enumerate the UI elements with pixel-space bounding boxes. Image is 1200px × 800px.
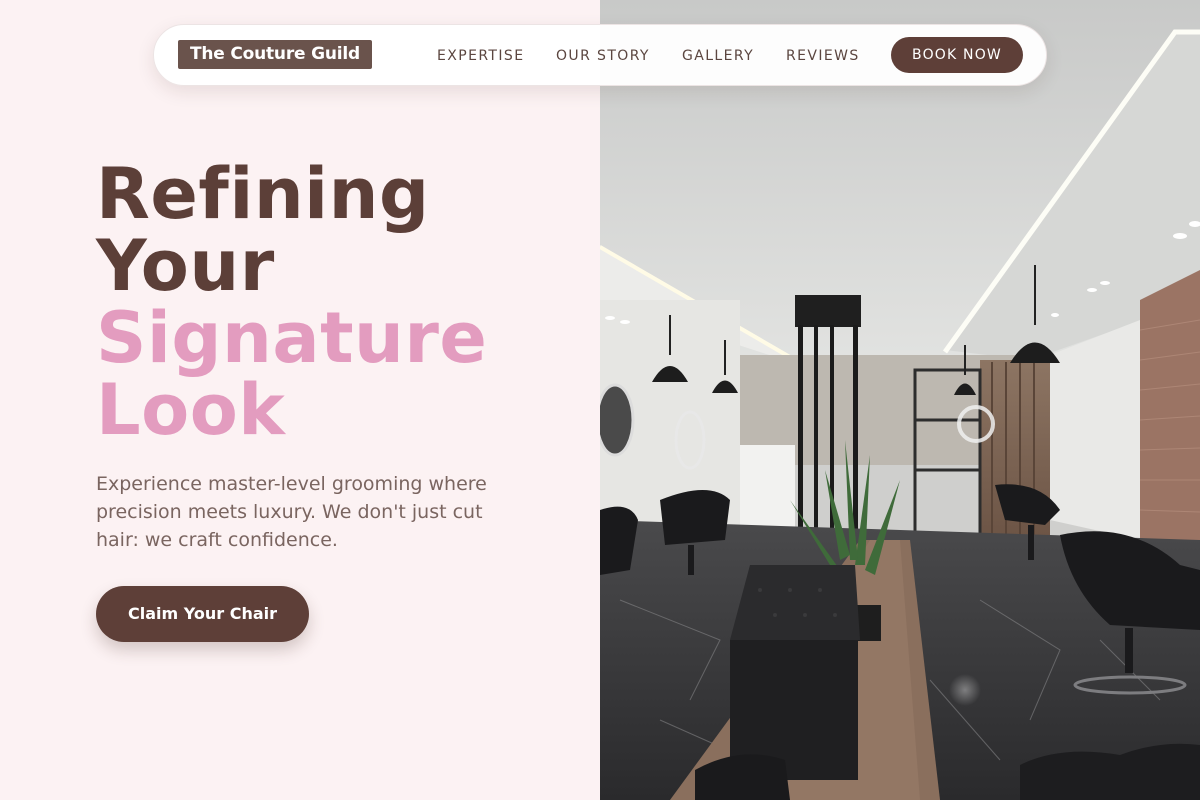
headline-line-refining: Refining — [96, 153, 430, 235]
hero-headline: Refining Your Signature Look — [96, 158, 576, 446]
headline-line-signature: Signature — [96, 297, 488, 379]
brand-logo[interactable]: The Couture Guild — [178, 40, 372, 69]
hero-section: Refining Your Signature Look — [96, 158, 576, 446]
nav-link-gallery[interactable]: GALLERY — [682, 47, 754, 65]
nav-link-expertise[interactable]: EXPERTISE — [437, 47, 524, 65]
top-navigation: The Couture Guild EXPERTISE OUR STORY GA… — [153, 24, 1047, 86]
book-now-button[interactable]: BOOK NOW — [891, 37, 1023, 73]
salon-interior-photo — [600, 0, 1200, 800]
hero-subtext: Experience master-level grooming where p… — [96, 473, 487, 551]
nav-link-our-story[interactable]: OUR STORY — [556, 47, 650, 65]
landing-page: The Couture Guild EXPERTISE OUR STORY GA… — [0, 0, 1200, 800]
nav-link-reviews[interactable]: REVIEWS — [786, 47, 860, 65]
claim-your-chair-button[interactable]: Claim Your Chair — [96, 586, 309, 642]
headline-line-your: Your — [96, 225, 275, 307]
headline-line-look: Look — [96, 369, 286, 451]
